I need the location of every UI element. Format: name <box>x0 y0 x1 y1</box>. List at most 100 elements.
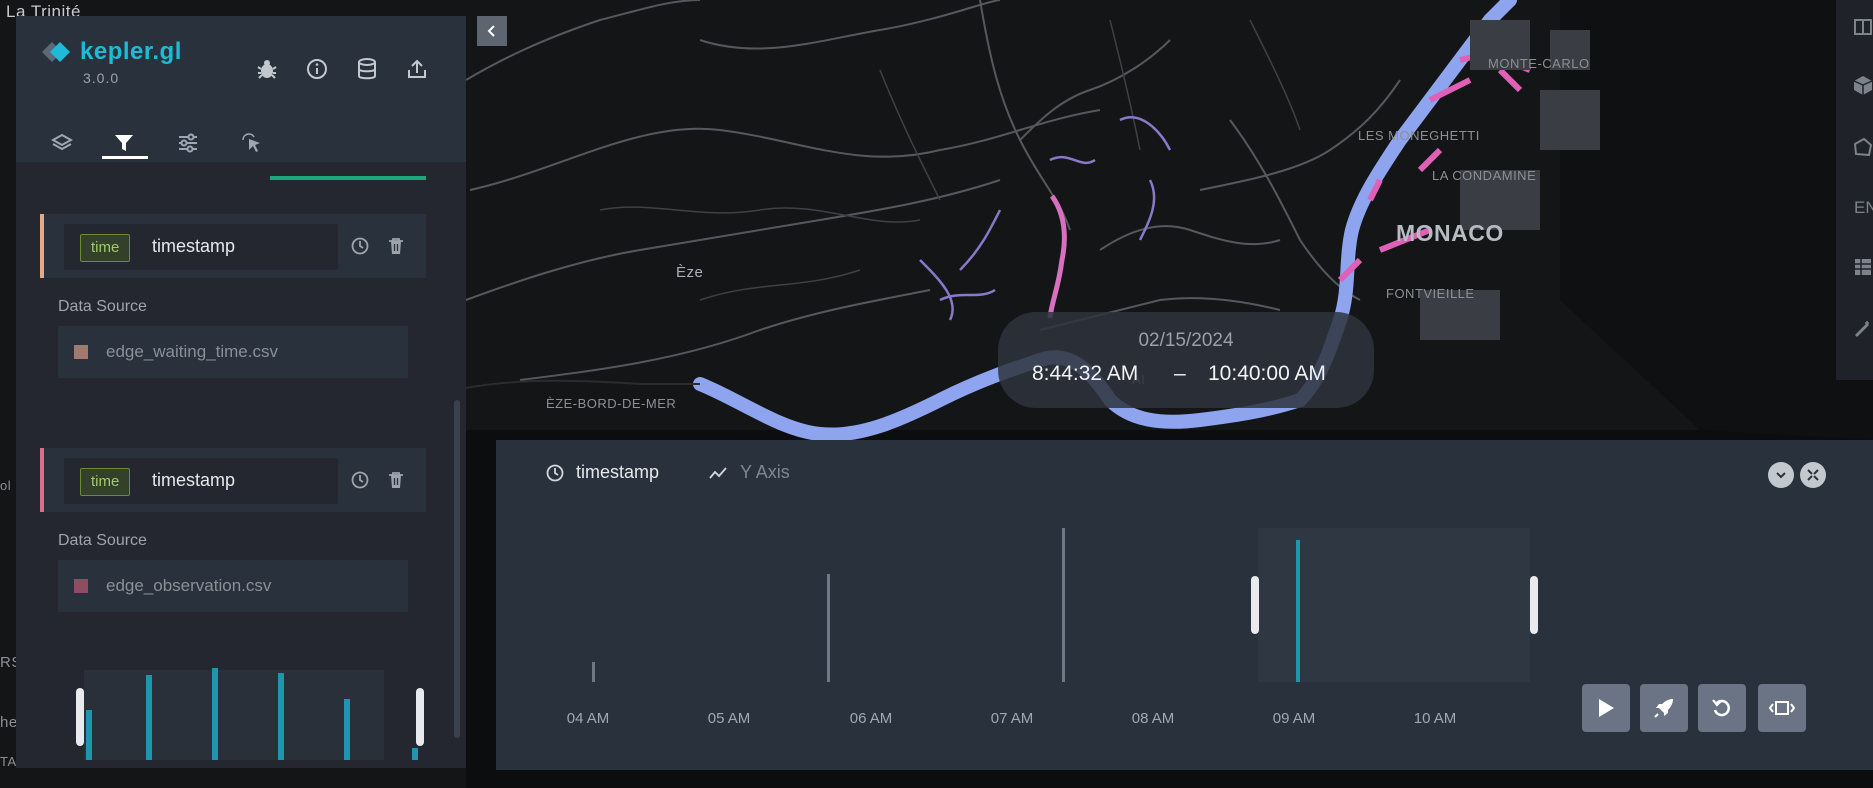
map-control-bar: EN <box>1836 0 1873 380</box>
range-handle-right[interactable] <box>416 688 424 746</box>
time-field-label: timestamp <box>576 462 660 482</box>
data-source-label: Data Source <box>58 532 147 549</box>
tab-filters[interactable] <box>104 128 144 158</box>
panel-header: kepler.gl 3.0.0 <box>16 16 466 162</box>
place-label-eze: Èze <box>676 264 704 281</box>
range-handle-right[interactable] <box>1530 576 1538 634</box>
tab-layers[interactable] <box>42 128 82 158</box>
brand: kepler.gl <box>40 38 182 66</box>
sliders-icon <box>179 133 197 153</box>
axis-tick-label: 06 AM <box>849 710 893 727</box>
chevron-left-icon <box>487 25 495 37</box>
reset-icon <box>1712 699 1730 717</box>
histogram-bar <box>278 673 284 760</box>
axis-tick-label: 04 AM <box>566 710 610 727</box>
place-label-monte-carlo: MONTE-CARLO <box>1488 56 1590 71</box>
histogram-bar <box>592 662 595 682</box>
filter-field-select[interactable]: time timestamp <box>64 224 338 270</box>
place-label-les-moneghetti: LES MONEGHETTI <box>1358 128 1480 143</box>
histogram-bar <box>146 675 152 760</box>
database-icon[interactable] <box>352 54 382 84</box>
histogram-bar <box>827 574 830 682</box>
trash-icon[interactable] <box>382 232 410 260</box>
y-axis-selector[interactable]: Y Axis <box>708 462 790 483</box>
dataset-color-swatch <box>74 579 88 593</box>
data-source-label: Data Source <box>58 298 147 315</box>
data-source-select[interactable]: edge_observation.csv <box>58 560 408 612</box>
active-tab-indicator <box>102 156 148 159</box>
tab-base-map[interactable] <box>232 128 272 158</box>
axis-tick-label: 07 AM <box>990 710 1034 727</box>
table-icon[interactable] <box>1848 252 1873 282</box>
time-range-date: 02/15/2024 <box>1138 330 1234 351</box>
dataset-color-swatch <box>74 345 88 359</box>
draw-polygon-icon[interactable] <box>1848 132 1873 162</box>
place-label-monaco: MONACO <box>1396 220 1504 246</box>
locale-button[interactable]: EN <box>1854 198 1873 218</box>
reset-button[interactable] <box>1698 684 1746 732</box>
filter-header: time timestamp <box>40 214 426 278</box>
data-source-select[interactable]: edge_waiting_time.csv <box>58 326 408 378</box>
histogram-bar <box>212 668 218 760</box>
filter-range-histogram[interactable] <box>60 668 424 760</box>
line-chart-icon <box>709 466 727 479</box>
tab-interactions[interactable] <box>168 128 208 158</box>
bug-report-icon[interactable] <box>252 54 282 84</box>
place-label-fontvieille: FONTVIEILLE <box>1386 286 1475 301</box>
field-name: timestamp <box>152 236 236 256</box>
filter-icon <box>115 135 133 151</box>
info-icon[interactable] <box>302 54 332 84</box>
cursor-click-icon <box>242 133 260 152</box>
histogram-background <box>84 670 384 760</box>
place-label-partial-ta: TA <box>0 754 17 769</box>
range-handle-left[interactable] <box>1251 576 1259 634</box>
place-label-eze-bord-de-mer: ÈZE-BORD-DE-MER <box>546 396 677 411</box>
layers-icon <box>51 133 73 151</box>
filter-list: time timestamp Data Source edge_waiting_… <box>16 162 466 768</box>
histogram-bar <box>1296 540 1300 682</box>
axis-tick-label: 05 AM <box>707 710 751 727</box>
histogram-bar <box>412 748 418 760</box>
time-field-selector[interactable]: timestamp <box>546 462 659 483</box>
dataset-name: edge_waiting_time.csv <box>106 342 278 361</box>
time-range-display: 02/15/2024 8:44:32 AM – 10:40:00 AM <box>998 312 1374 408</box>
app-title: kepler.gl <box>80 38 182 65</box>
close-widget-button[interactable] <box>1800 462 1826 488</box>
time-range-start: 8:44:32 AM <box>1032 362 1139 385</box>
axis-tick-label: 09 AM <box>1272 710 1316 727</box>
time-range-end: 10:40:00 AM <box>1208 362 1326 385</box>
play-icon <box>1599 699 1614 717</box>
3d-map-icon[interactable] <box>1848 70 1873 100</box>
place-label-partial-ol: ol <box>0 478 12 493</box>
share-export-icon[interactable] <box>402 54 432 84</box>
trash-icon[interactable] <box>382 466 410 494</box>
animation-window-button[interactable] <box>1758 684 1806 732</box>
histogram-bar <box>1062 528 1065 682</box>
expand-window-icon <box>1769 701 1795 715</box>
field-type-tag: time <box>80 468 131 496</box>
speed-button[interactable] <box>1640 684 1688 732</box>
time-filter-icon[interactable] <box>346 232 374 260</box>
filter-header: time timestamp <box>40 448 426 512</box>
kepler-logo-icon <box>40 40 72 64</box>
y-axis-label: Y Axis <box>740 462 790 482</box>
range-handle-left[interactable] <box>76 688 84 746</box>
play-button[interactable] <box>1582 684 1630 732</box>
time-widget: timestamp Y Axis 04 AM 05 AM 06 AM 07 AM… <box>496 440 1873 770</box>
histogram-bar <box>86 710 92 760</box>
collapse-widget-button[interactable] <box>1768 462 1794 488</box>
side-panel: kepler.gl 3.0.0 time timestamp Data Sour… <box>16 16 466 768</box>
filter-body: Data Source edge_waiting_time.csv <box>40 278 426 424</box>
rocket-icon <box>1654 699 1673 718</box>
split-map-icon[interactable] <box>1848 12 1873 42</box>
magic-wand-icon[interactable] <box>1848 314 1873 344</box>
place-label-la-condamine: LA CONDAMINE <box>1432 168 1537 183</box>
time-filter-icon[interactable] <box>346 466 374 494</box>
axis-tick-label: 10 AM <box>1413 710 1457 727</box>
clock-icon <box>546 464 564 481</box>
filter-field-select[interactable]: time timestamp <box>64 458 338 504</box>
collapse-sidepanel-button[interactable] <box>477 16 507 46</box>
field-name: timestamp <box>152 470 236 490</box>
panel-scrollbar[interactable] <box>454 400 460 738</box>
app-version: 3.0.0 <box>83 70 120 86</box>
